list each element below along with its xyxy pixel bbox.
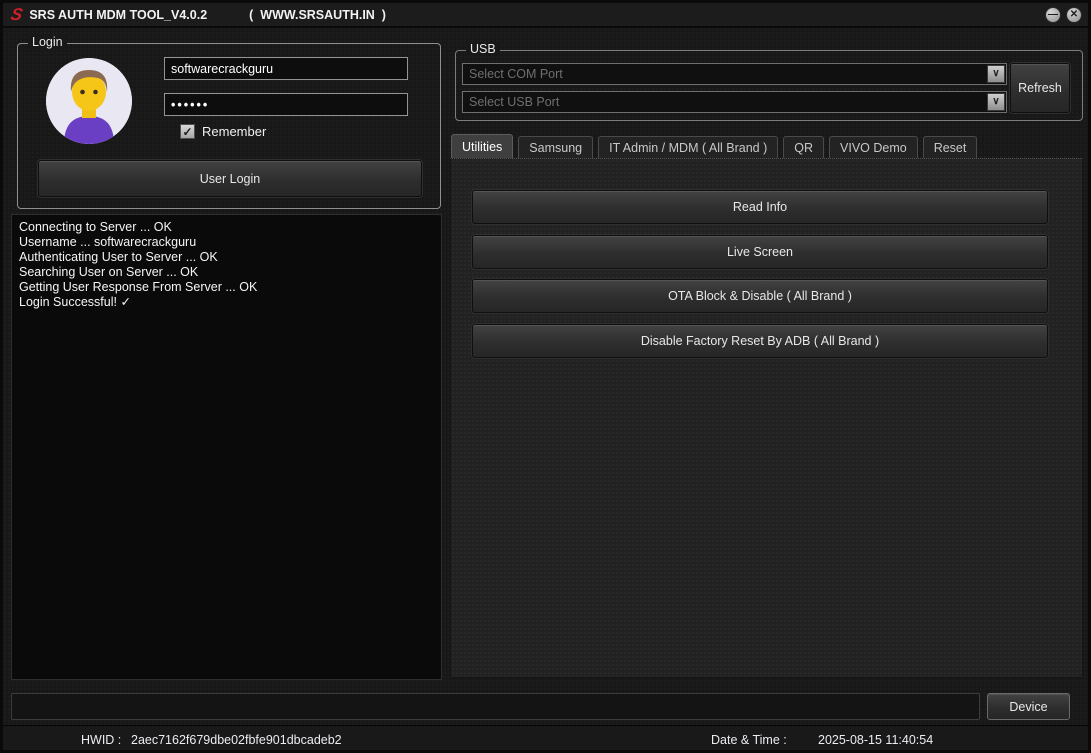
ota-block-disable-button-label: OTA Block & Disable ( All Brand ) [668, 289, 852, 303]
chevron-down-icon[interactable]: ∨ [987, 65, 1005, 83]
hwid-value: 2aec7162f679dbe02fbfe901dbcadeb2 [131, 733, 342, 747]
usb-groupbox: USB Select COM Port ∨ Select USB Port ∨ … [455, 50, 1083, 121]
device-button-label: Device [1009, 700, 1047, 714]
log-line: Username ... softwarecrackguru [19, 235, 434, 250]
remember-label: Remember [202, 124, 266, 139]
close-icon: ✕ [1070, 9, 1078, 20]
tab-utilities[interactable]: Utilities [451, 134, 513, 158]
remember-checkbox-row[interactable]: ✓ Remember [180, 124, 266, 139]
datetime-label: Date & Time : [711, 733, 787, 747]
log-output-panel[interactable]: Connecting to Server ... OK Username ...… [11, 214, 442, 680]
username-input[interactable] [164, 57, 408, 80]
status-bar: HWID : 2aec7162f679dbe02fbfe901dbcadeb2 … [3, 725, 1088, 753]
check-icon: ✓ [182, 125, 192, 139]
app-logo-icon: S [9, 6, 23, 23]
chevron-down-icon[interactable]: ∨ [987, 93, 1005, 111]
log-line: Connecting to Server ... OK [19, 220, 434, 235]
log-line: Searching User on Server ... OK [19, 265, 434, 280]
progress-bar [11, 693, 980, 720]
com-port-select[interactable]: Select COM Port ∨ [462, 63, 1007, 85]
disable-factory-reset-button-label: Disable Factory Reset By ADB ( All Brand… [641, 334, 879, 348]
minimize-icon: — [1048, 9, 1058, 20]
refresh-button-label: Refresh [1018, 81, 1062, 95]
app-window: S SRS AUTH MDM TOOL_V4.0.2 ( WWW.SRSAUTH… [0, 0, 1091, 753]
read-info-button[interactable]: Read Info [472, 190, 1048, 224]
hwid-label: HWID : [81, 733, 121, 747]
log-line: Authenticating User to Server ... OK [19, 250, 434, 265]
device-button[interactable]: Device [987, 693, 1070, 720]
usb-port-placeholder: Select USB Port [463, 95, 987, 109]
window-title: SRS AUTH MDM TOOL_V4.0.2 [29, 8, 207, 22]
ota-block-disable-button[interactable]: OTA Block & Disable ( All Brand ) [472, 279, 1048, 313]
usb-port-select[interactable]: Select USB Port ∨ [462, 91, 1007, 113]
disable-factory-reset-button[interactable]: Disable Factory Reset By ADB ( All Brand… [472, 324, 1048, 358]
tab-reset[interactable]: Reset [923, 136, 978, 158]
tab-it-admin-mdm[interactable]: IT Admin / MDM ( All Brand ) [598, 136, 778, 158]
log-line: Getting User Response From Server ... OK [19, 280, 434, 295]
tab-bar: Utilities Samsung IT Admin / MDM ( All B… [451, 134, 977, 158]
login-group-label: Login [28, 35, 67, 49]
log-line: Login Successful! ✓ [19, 295, 434, 310]
avatar [46, 58, 132, 144]
datetime-value: 2025-08-15 11:40:54 [818, 733, 933, 747]
minimize-button[interactable]: — [1045, 7, 1061, 23]
tab-samsung[interactable]: Samsung [518, 136, 593, 158]
user-login-button[interactable]: User Login [38, 160, 422, 197]
com-port-placeholder: Select COM Port [463, 67, 987, 81]
tab-vivo-demo[interactable]: VIVO Demo [829, 136, 918, 158]
title-bar: S SRS AUTH MDM TOOL_V4.0.2 ( WWW.SRSAUTH… [3, 3, 1088, 28]
close-button[interactable]: ✕ [1066, 7, 1082, 23]
user-login-button-label: User Login [200, 172, 260, 186]
utilities-tab-panel: Read Info Live Screen OTA Block & Disabl… [450, 158, 1083, 678]
usb-group-label: USB [466, 42, 500, 56]
refresh-button[interactable]: Refresh [1010, 63, 1070, 113]
remember-checkbox[interactable]: ✓ [180, 124, 195, 139]
live-screen-button-label: Live Screen [727, 245, 793, 259]
window-subtitle: ( WWW.SRSAUTH.IN ) [249, 8, 386, 22]
read-info-button-label: Read Info [733, 200, 787, 214]
password-input[interactable] [164, 93, 408, 116]
live-screen-button[interactable]: Live Screen [472, 235, 1048, 269]
login-groupbox: Login ✓ Remember User Login [17, 43, 441, 209]
tab-qr[interactable]: QR [783, 136, 824, 158]
